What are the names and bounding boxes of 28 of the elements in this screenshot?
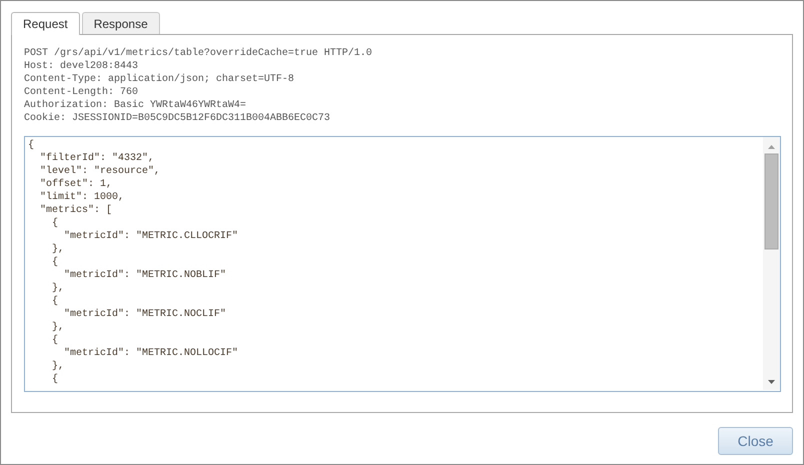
tab[interactable]: Request xyxy=(11,12,80,35)
tab[interactable]: Response xyxy=(82,12,160,35)
code-line: "metricId": "METRIC.NOLLOCIF" xyxy=(63,348,238,359)
request-body-field[interactable] xyxy=(24,136,781,392)
header-line: Content-Type: application/json; charset=UTF-8 xyxy=(24,74,294,85)
code-line: { xyxy=(51,374,58,385)
code-line: "filterId": "4332", xyxy=(39,153,154,164)
code-line: { xyxy=(51,257,58,268)
code-line: }, xyxy=(51,322,64,333)
code-line: "metricId": "METRIC.NOBLIF" xyxy=(63,270,226,281)
code-line: }, xyxy=(51,283,64,294)
header-line: Cookie: JSESSIONID=B05C9DC5B12F6DC311B004ABB6EC0C73 xyxy=(24,113,330,124)
header-line: POST /grs/api/v1/metrics/table?overrideCache=true HTTP/1.0 xyxy=(24,48,372,59)
code-line: { xyxy=(51,335,58,346)
header-line: Authorization: Basic YWRtaW46YWRtaW4= xyxy=(24,100,246,111)
code-line: }, xyxy=(51,361,64,372)
code-line: { xyxy=(51,296,58,307)
code-line: { xyxy=(28,140,34,151)
code-line: "offset": 1, xyxy=(39,179,112,190)
code-line: "metrics": [ xyxy=(39,205,112,216)
header-line: Host: devel208:8443 xyxy=(24,61,138,72)
code-line: }, xyxy=(51,244,64,255)
code-line: "limit": 1000, xyxy=(39,192,124,203)
code-line: "level": "resource", xyxy=(39,166,160,177)
code-line: "metricId": "METRIC.NOCLIF" xyxy=(63,309,226,320)
code-line: { xyxy=(51,218,58,229)
header-line: Content-Length: 760 xyxy=(24,87,138,98)
code-line: "metricId": "METRIC.CLLOCRIF" xyxy=(63,231,238,242)
